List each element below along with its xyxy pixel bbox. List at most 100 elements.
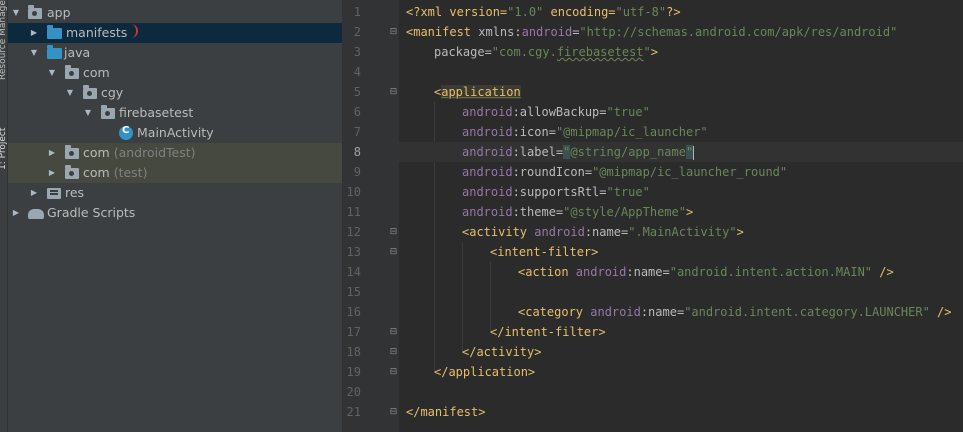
tag-name-highlighted: application (441, 85, 521, 99)
attr-name: :name= (626, 265, 670, 279)
tree-item-app[interactable]: ▼ app (8, 3, 342, 23)
fold-marker-icon[interactable]: ⊟ (389, 22, 398, 42)
tag-name: </application> (434, 365, 536, 379)
tag-name: <manifest (406, 25, 472, 39)
collapse-arrow-icon[interactable]: ▼ (64, 83, 76, 103)
line-number: 14 (346, 265, 361, 279)
tree-item-manifests[interactable]: ▶ manifests (8, 23, 342, 43)
expand-arrow-icon[interactable]: ▶ (10, 203, 22, 223)
namespace: android (462, 165, 513, 179)
collapse-arrow-icon[interactable]: ▼ (46, 63, 58, 83)
xml-declaration: <?xml version= (406, 5, 508, 19)
tree-item-gradle-scripts[interactable]: ▶ Gradle Scripts (8, 203, 342, 223)
code-line-19: </application> (434, 362, 535, 382)
tag-bracket: > (650, 45, 658, 59)
namespace: android (462, 205, 513, 219)
package-icon (65, 165, 79, 179)
tag-bracket: > (736, 225, 744, 239)
fold-marker-icon[interactable]: ⊟ (389, 222, 398, 242)
fold-marker-icon[interactable]: ⊟ (389, 82, 398, 102)
code-line-12: <activity android:name=".MainActivity"> (462, 222, 744, 242)
fold-marker-icon[interactable]: ⊟ (389, 242, 398, 262)
tree-item-com[interactable]: ▼ com (8, 63, 342, 83)
attr-name: :name= (584, 225, 629, 239)
tree-item-com-androidtest[interactable]: ▶ com (androidTest) (8, 143, 342, 163)
code-editor[interactable]: 1 2 3 4 5 6 7 8 9 10 11 12 13 14 15 16 1… (342, 0, 963, 432)
tag-name: </intent-filter> (490, 325, 606, 339)
attr-value: "@mipmap/ic_launcher_round" (592, 165, 788, 179)
attr-value: @string/app_name (570, 145, 686, 159)
code-line-3: package="com.cgy.firebasetest"> (434, 42, 658, 62)
line-number: 4 (353, 65, 361, 79)
resource-folder-icon (47, 188, 61, 199)
package-icon (65, 145, 79, 159)
code-line-8-current: android:label="@string/app_name" (399, 142, 963, 162)
tree-item-label: com (83, 65, 110, 80)
tree-item-label: java (64, 45, 91, 60)
folder-icon (47, 25, 62, 39)
attr-name: :roundIcon= (512, 165, 593, 179)
attr-name: :icon= (512, 125, 556, 139)
attr-name: :label= (512, 145, 564, 159)
tree-item-mainactivity[interactable]: MainActivity (8, 123, 342, 143)
tree-item-com-test[interactable]: ▶ com (test) (8, 163, 342, 183)
gradle-elephant-icon (28, 209, 44, 219)
attr-value-typo: firebasetest (556, 45, 644, 59)
fold-marker-icon[interactable]: ⊟ (389, 322, 398, 342)
expand-arrow-icon[interactable]: ▶ (28, 23, 40, 43)
text-caret (693, 145, 695, 160)
project-tree: ▼ app ▶ manifests ▼ java ▼ com ▼ cgy ▼ f… (8, 0, 342, 432)
tree-item-label: MainActivity (137, 125, 214, 140)
attr-value: "android.intent.action.MAIN" (669, 265, 873, 279)
package-icon (101, 105, 115, 119)
line-number: 3 (353, 45, 361, 59)
namespace: android (521, 25, 573, 39)
tag-bracket: /> (929, 305, 952, 319)
tree-item-cgy[interactable]: ▼ cgy (8, 83, 342, 103)
tree-item-java[interactable]: ▼ java (8, 43, 342, 63)
tree-item-suffix: (androidTest) (113, 145, 196, 160)
project-tab[interactable]: 1: Project (0, 96, 8, 170)
collapse-arrow-icon[interactable]: ▼ (10, 3, 22, 23)
line-number: 7 (353, 125, 361, 139)
tag-name: <activity (462, 225, 535, 239)
attr-value: "@mipmap/ic_launcher" (555, 125, 708, 139)
fold-marker-icon[interactable]: ⊟ (389, 342, 398, 362)
code-line-6: android:allowBackup="true" (462, 102, 650, 122)
namespace: android (534, 225, 585, 239)
line-number: 9 (353, 165, 361, 179)
collapse-arrow-icon[interactable]: ▼ (28, 43, 40, 63)
expand-arrow-icon[interactable]: ▶ (46, 143, 58, 163)
tree-item-res[interactable]: ▶ res (8, 183, 342, 203)
tree-item-firebasetest[interactable]: ▼ firebasetest (8, 103, 342, 123)
code-line-7: android:icon="@mipmap/ic_launcher" (462, 122, 708, 142)
tree-item-label: res (65, 185, 85, 200)
attr-value: "true" (606, 185, 650, 199)
tree-item-name: com (83, 145, 110, 160)
attr-name: package= (434, 45, 492, 59)
resource-manager-tab[interactable]: Resource Manager (0, 0, 8, 80)
fold-marker-icon[interactable]: ⊟ (389, 362, 398, 382)
xml-declaration: ?> (666, 5, 681, 19)
attr-value: "http://schemas.android.com/apk/res/andr… (579, 25, 898, 39)
tag-name: <category (518, 305, 591, 319)
collapse-arrow-icon[interactable]: ▼ (82, 103, 94, 123)
code-line-5: <application (434, 82, 521, 102)
attr-name: :name= (640, 305, 685, 319)
line-number: 19 (346, 365, 361, 379)
indent-guide (462, 242, 463, 352)
activity-class-icon (119, 125, 133, 140)
fold-marker-icon[interactable]: ⊟ (389, 402, 398, 422)
attr-value: " (643, 45, 651, 59)
attr-value: "true" (606, 105, 650, 119)
code-line-10: android:supportsRtl="true" (462, 182, 650, 202)
attr-name: :theme= (512, 205, 564, 219)
expand-arrow-icon[interactable]: ▶ (46, 163, 58, 183)
attr-value: "com.cgy. (491, 45, 557, 59)
module-folder-icon (28, 5, 42, 19)
tree-item-label: firebasetest (119, 105, 194, 120)
tag-bracket: /> (872, 265, 894, 279)
tree-item-label: com (test) (83, 163, 147, 183)
code-line-9: android:roundIcon="@mipmap/ic_launcher_r… (462, 162, 787, 182)
expand-arrow-icon[interactable]: ▶ (28, 183, 40, 203)
